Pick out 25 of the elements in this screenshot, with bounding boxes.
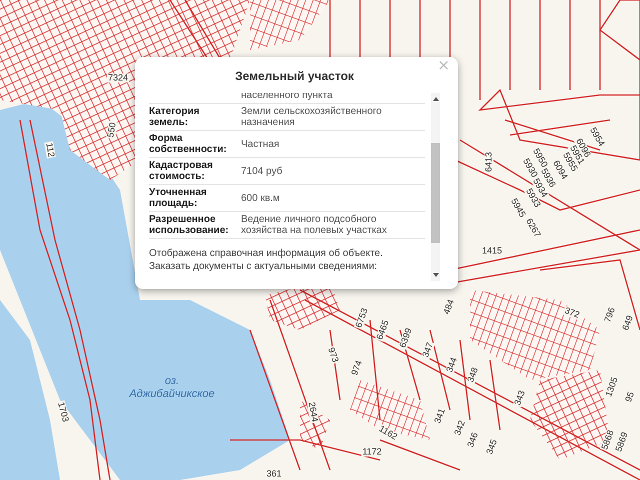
parcel-number: 1172	[361, 448, 383, 456]
lake-type-label: оз.	[164, 374, 180, 388]
field-value: 7104 руб	[241, 166, 284, 176]
scrollbar[interactable]	[431, 93, 440, 281]
parcel-number: 1415	[480, 246, 504, 256]
scrollbar-thumb[interactable]	[431, 143, 440, 243]
field-label: Разрешенное использование:	[149, 214, 230, 236]
info-note-text: Заказать документы с актуальными сведениями:	[149, 260, 378, 273]
info-note-text: Отображена справочная информация об объекте.	[149, 247, 384, 260]
field-value: Ведение личного подсобного хозяйства на полевых участках	[241, 214, 388, 236]
parcel-number: 361	[265, 470, 283, 478]
lake-name-label: Аджибайчикское	[129, 388, 215, 402]
close-button[interactable]: ×	[434, 58, 453, 73]
field-value: 600 кв.м	[241, 192, 281, 204]
parcel-number: 6413	[484, 150, 494, 174]
field-value: Частная	[241, 138, 280, 150]
parcel-number: 7324	[106, 74, 130, 82]
field-label: Кадастровая стоимость:	[149, 160, 214, 182]
field-label: Категория земель:	[149, 106, 200, 128]
scroll-up-icon[interactable]	[432, 97, 438, 101]
field-label: Форма собственности:	[149, 133, 228, 155]
popup-title: Земельный участок	[234, 69, 355, 83]
scroll-down-icon[interactable]	[432, 273, 438, 277]
field-label: Уточненная площадь:	[149, 187, 208, 209]
field-value: Земли сельскохозяйственного назначения	[241, 106, 383, 128]
